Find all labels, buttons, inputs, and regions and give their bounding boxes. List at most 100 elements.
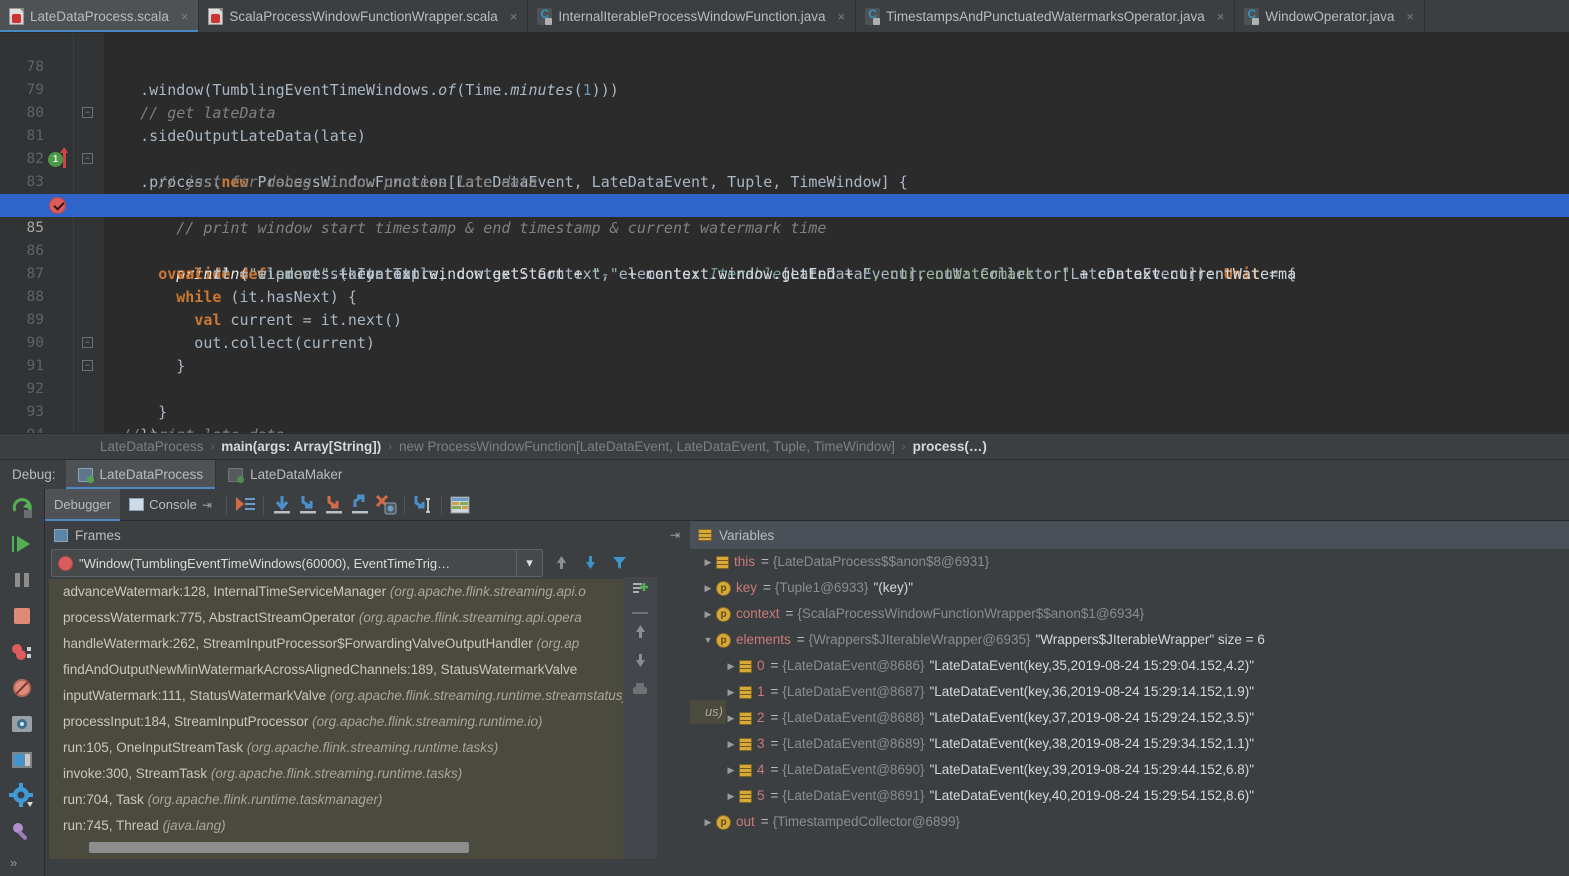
editor-tab-latedataprocess[interactable]: LateDataProcess.scala × [0, 0, 200, 32]
frame-row[interactable]: inputWatermark:111, StatusWatermarkValve… [49, 683, 649, 709]
debug-session-tab-latedataprocess[interactable]: LateDataProcess [65, 460, 217, 489]
tab-debugger[interactable]: Debugger [45, 488, 121, 521]
export-watch-button[interactable] [631, 681, 649, 700]
fold-collapse-icon[interactable]: − [82, 153, 93, 164]
frame-row[interactable]: handleWatermark:262, StreamInputProcesso… [49, 631, 649, 657]
variable-row-elements[interactable]: ▼ p elements = {Wrappers$JIterableWrappe… [690, 627, 1569, 653]
code-line: 89 out.collect(current) [0, 286, 1569, 352]
filter-frames-button[interactable] [611, 554, 628, 574]
breadcrumb-item-class[interactable]: LateDataProcess [100, 439, 204, 454]
expand-triangle-icon[interactable]: ▶ [723, 783, 739, 809]
force-step-into-button[interactable] [321, 493, 347, 517]
expand-triangle-icon[interactable]: ▶ [700, 549, 716, 575]
frame-row-highlighted[interactable]: processInput:184, StreamInputProcessor (… [49, 709, 649, 735]
frame-row[interactable]: processWatermark:775, AbstractStreamOper… [49, 605, 649, 631]
variable-value: "LateDataEvent(key,36,2019-08-24 15:29:1… [929, 684, 1255, 699]
fold-collapse-icon[interactable]: − [82, 107, 93, 118]
frames-sort-toolbar [553, 551, 683, 577]
close-icon[interactable]: × [510, 9, 518, 24]
pin-tab-button[interactable] [9, 819, 35, 845]
frames-list[interactable]: advanceWatermark:128, InternalTimeServic… [49, 579, 649, 859]
variable-row-element-5[interactable]: ▶ 5 = {LateDataEvent@8691} "LateDataEven… [690, 783, 1569, 809]
add-watch-button[interactable] [630, 580, 650, 603]
frames-panel: Frames ⇥ "Window(TumblingEventTimeWindow… [45, 521, 690, 876]
variable-row-element-0[interactable]: ▶ 0 = {LateDataEvent@8686} "LateDataEven… [690, 653, 1569, 679]
stop-button[interactable] [9, 603, 35, 629]
run-method-icon[interactable]: 1 [48, 152, 63, 167]
frames-horizontal-scrollbar[interactable] [89, 842, 649, 853]
editor-tab-internaliterableprocesswindowfunction[interactable]: InternalIterableProcessWindowFunction.ja… [528, 0, 857, 32]
editor-tab-label: TimestampsAndPunctuatedWatermarksOperato… [886, 8, 1205, 24]
watch-up-button[interactable] [632, 623, 649, 643]
frame-row[interactable]: run:704, Task (org.apache.flink.runtime.… [49, 787, 649, 813]
view-breakpoints-button[interactable] [9, 639, 35, 665]
close-icon[interactable]: × [1406, 9, 1414, 24]
frame-row[interactable]: invoke:300, StreamTask (org.apache.flink… [49, 761, 649, 787]
frame-row[interactable]: findAndOutputNewMinWatermarkAcrossAligne… [49, 657, 649, 683]
expand-triangle-icon[interactable]: ▶ [700, 575, 716, 601]
fold-collapse-icon[interactable]: − [82, 337, 93, 348]
frame-row[interactable]: run:105, OneInputStreamTask (org.apache.… [49, 735, 649, 761]
frame-method: inputWatermark:111, StatusWatermarkValve [63, 688, 327, 703]
evaluate-expression-button[interactable] [447, 493, 473, 517]
collapse-triangle-icon[interactable]: ▼ [700, 627, 716, 653]
variable-row-element-4[interactable]: ▶ 4 = {LateDataEvent@8690} "LateDataEven… [690, 757, 1569, 783]
mute-breakpoints-button[interactable] [9, 675, 35, 701]
more-options-icon[interactable]: » [10, 855, 17, 870]
close-icon[interactable]: × [181, 9, 189, 24]
step-into-button[interactable] [295, 493, 321, 517]
fold-collapse-icon[interactable]: − [82, 360, 93, 371]
code-editor[interactable]: 78 .window(TumblingEventTimeWindows.of(T… [0, 33, 1569, 433]
breakpoint-icon[interactable] [49, 197, 66, 214]
breadcrumb-item-main[interactable]: main(args: Array[String]) [221, 439, 381, 454]
expand-triangle-icon[interactable]: ▶ [700, 809, 716, 835]
variable-row-this[interactable]: ▶ this = {LateDataProcess$$anon$8@6931} [690, 549, 1569, 575]
resume-program-button[interactable] [9, 531, 35, 557]
thread-selector-combobox[interactable]: "Window(TumblingEventTimeWindows(60000),… [51, 549, 543, 577]
watch-down-button[interactable] [632, 652, 649, 672]
breadcrumb-item-anon-class[interactable]: new ProcessWindowFunction[LateDataEvent,… [399, 439, 895, 454]
editor-tab-scalaprocesswindowfunctionwrapper[interactable]: ScalaProcessWindowFunctionWrapper.scala … [199, 0, 529, 32]
variable-row-key[interactable]: ▶ p key = {Tuple1@6933} "(key)" [690, 575, 1569, 601]
step-over-button[interactable] [269, 493, 295, 517]
expand-triangle-icon[interactable]: ▶ [723, 757, 739, 783]
expand-triangle-icon[interactable]: ▶ [700, 601, 716, 627]
close-icon[interactable]: × [838, 9, 846, 24]
chevron-down-icon[interactable]: ▾ [516, 550, 542, 576]
object-icon [739, 711, 752, 725]
variable-row-context[interactable]: ▶ p context = {ScalaProcessWindowFunctio… [690, 601, 1569, 627]
variable-row-out[interactable]: ▶ p out = {TimestampedCollector@6899} [690, 809, 1569, 835]
variable-row-element-2[interactable]: ▶ 2 = {LateDataEvent@8688} "LateDataEven… [690, 705, 1569, 731]
debug-session-tab-latedatamaker[interactable]: LateDataMaker [216, 460, 354, 489]
code-area[interactable]: 78 .window(TumblingEventTimeWindows.of(T… [0, 33, 1569, 433]
pin-console-icon[interactable]: ⇥ [202, 498, 212, 512]
close-icon[interactable]: × [1217, 9, 1225, 24]
move-up-button[interactable] [553, 554, 570, 574]
show-execution-point-button[interactable] [232, 493, 258, 517]
code-line: 93 // print late data [0, 378, 1569, 433]
drop-frame-button[interactable] [373, 493, 399, 517]
expand-triangle-icon[interactable]: ▶ [723, 731, 739, 757]
rerun-button[interactable] [9, 495, 35, 521]
expand-triangle-icon[interactable]: ▶ [723, 653, 739, 679]
variable-row-element-3[interactable]: ▶ 3 = {LateDataEvent@8689} "LateDataEven… [690, 731, 1569, 757]
step-out-button[interactable] [347, 493, 373, 517]
run-to-cursor-button[interactable] [410, 493, 436, 517]
editor-tab-timestampsandpunctuatedwatermarksoperator[interactable]: TimestampsAndPunctuatedWatermarksOperato… [856, 0, 1236, 32]
frame-row[interactable]: advanceWatermark:128, InternalTimeServic… [49, 579, 649, 605]
scrollbar-thumb[interactable] [89, 842, 469, 853]
remove-watch-button[interactable] [632, 612, 648, 614]
editor-tab-windowoperator[interactable]: WindowOperator.java × [1235, 0, 1426, 32]
move-down-button[interactable] [582, 554, 599, 574]
frame-row[interactable]: run:745, Thread (java.lang) [49, 813, 649, 839]
restore-layout-button[interactable] [9, 747, 35, 773]
tab-console[interactable]: Console ⇥ [120, 489, 221, 521]
breadcrumb-item-process[interactable]: process(…) [913, 439, 987, 454]
pause-program-button[interactable] [9, 567, 35, 593]
frames-settings-icon[interactable]: ⇥ [670, 528, 680, 542]
get-thread-dump-button[interactable] [9, 711, 35, 737]
variables-list[interactable]: ▶ this = {LateDataProcess$$anon$8@6931} … [690, 549, 1569, 876]
variable-row-element-1[interactable]: ▶ 1 = {LateDataEvent@8687} "LateDataEven… [690, 679, 1569, 705]
settings-button[interactable] [9, 783, 35, 809]
parameter-icon: p [716, 632, 731, 648]
